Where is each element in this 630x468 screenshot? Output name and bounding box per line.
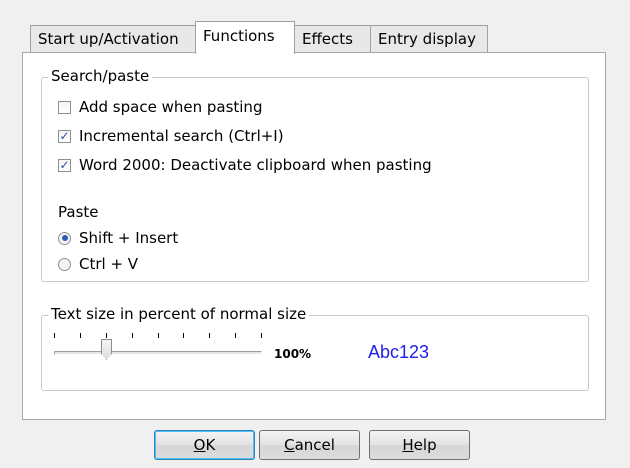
tab-start-up-activation[interactable]: Start up/Activation — [30, 25, 196, 53]
word2000-clipboard-label: Word 2000: Deactivate clipboard when pas… — [79, 156, 432, 174]
ok-button[interactable]: OK — [154, 430, 255, 460]
tab-effects[interactable]: Effects — [294, 25, 371, 53]
text-size-value: 100% — [274, 347, 312, 361]
text-size-slider-track[interactable] — [54, 351, 262, 355]
slider-tick — [183, 333, 184, 338]
search-paste-title: Search/paste — [48, 67, 153, 85]
word2000-clipboard-checkbox[interactable]: ✓ Word 2000: Deactivate clipboard when p… — [58, 156, 432, 174]
slider-tick — [261, 333, 262, 338]
ctrl-v-radio[interactable]: Ctrl + V — [58, 255, 138, 273]
incremental-search-check-box[interactable]: ✓ — [58, 129, 71, 143]
ctrl-v-radio-button[interactable] — [58, 257, 71, 271]
incremental-search-checkbox[interactable]: ✓ Incremental search (Ctrl+I) — [58, 127, 284, 145]
slider-tick — [235, 333, 236, 338]
ctrl-v-label: Ctrl + V — [79, 255, 139, 273]
tab-entry-display[interactable]: Entry display — [370, 25, 488, 53]
add-space-checkbox[interactable]: Add space when pasting — [58, 98, 262, 116]
search-paste-group: Search/paste Add space when pasting ✓ In… — [41, 67, 589, 282]
add-space-label: Add space when pasting — [79, 98, 263, 116]
text-size-title: Text size in percent of normal size — [48, 305, 310, 323]
slider-tick — [106, 333, 107, 338]
incremental-search-label: Incremental search (Ctrl+I) — [79, 127, 284, 145]
tab-functions[interactable]: Functions — [195, 21, 295, 54]
shift-insert-radio[interactable]: Shift + Insert — [58, 229, 178, 247]
slider-tick — [158, 333, 159, 338]
add-space-check-box[interactable] — [58, 100, 71, 114]
slider-tick — [209, 333, 210, 338]
shift-insert-label: Shift + Insert — [79, 229, 179, 247]
slider-tick — [132, 333, 133, 338]
slider-tick — [80, 333, 81, 338]
cancel-button[interactable]: Cancel — [259, 430, 360, 460]
sample-text-preview: Abc123 — [368, 342, 430, 362]
word2000-clipboard-check-box[interactable]: ✓ — [58, 158, 71, 172]
shift-insert-radio-button[interactable] — [58, 231, 71, 245]
text-size-slider-thumb[interactable] — [101, 339, 112, 360]
help-button[interactable]: Help — [369, 430, 470, 460]
slider-tick — [54, 333, 55, 338]
functions-panel: Search/paste Add space when pasting ✓ In… — [22, 52, 606, 420]
paste-label: Paste — [58, 203, 99, 221]
text-size-group: Text size in percent of normal size 100%… — [41, 305, 589, 391]
slider-ticks — [54, 333, 262, 339]
